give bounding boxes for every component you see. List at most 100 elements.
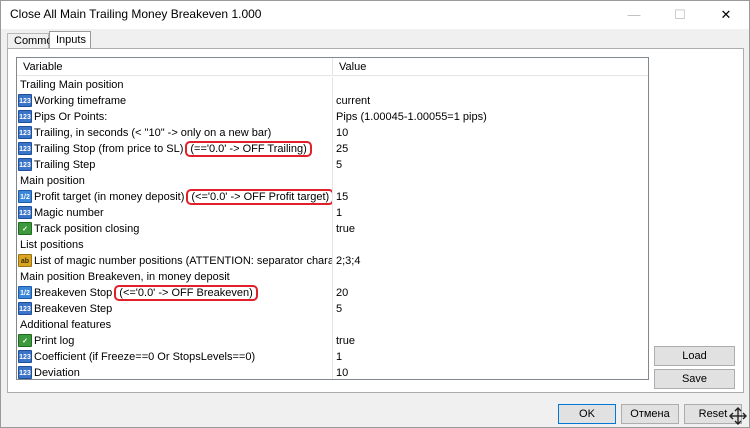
integer-type-icon: 123 [18, 366, 32, 379]
param-row[interactable]: 123 Trailing Stop (from price to SL) (=='0… [17, 141, 648, 157]
variable-cell: 123 Trailing, in seconds (< "10" -> only … [17, 125, 333, 141]
variable-label: Trailing, in seconds (< "10" -> only on … [34, 127, 272, 139]
variable-label: Trailing Main position [20, 79, 124, 91]
value-cell [334, 317, 648, 333]
grid-rows: Trailing Main position 123 Working timefra… [17, 77, 648, 379]
maximize-button[interactable]: ☐ [657, 1, 703, 29]
variable-cell: 123 Breakeven Step [17, 301, 333, 317]
tab-inputs[interactable]: Inputs [49, 31, 91, 49]
variable-cell: 123 Trailing Step [17, 157, 333, 173]
variable-cell: ✓ Print log [17, 333, 333, 349]
variable-label: Additional features [20, 319, 112, 331]
variable-label: Deviation [34, 367, 80, 379]
grid-header: Variable Value [17, 58, 648, 76]
variable-label: Breakeven Step [34, 303, 113, 315]
value-cell[interactable]: 15 [334, 189, 648, 205]
variable-cell: 123 Trailing Stop (from price to SL) (=='0… [17, 141, 333, 157]
variable-label: List of magic number positions (ATTENTIO… [34, 255, 333, 267]
variable-label: Main position Breakeven, in money deposi… [20, 271, 230, 283]
group-row: Additional features [17, 317, 648, 333]
variable-label: Breakeven Stop [34, 287, 113, 299]
variable-cell: 1/2 Breakeven Stop (<='0.0' -> OFF Breakev… [17, 285, 333, 301]
minimize-button[interactable]: — [611, 1, 657, 29]
variable-label: Trailing Step [34, 159, 96, 171]
value-cell[interactable]: true [334, 221, 648, 237]
value-cell[interactable]: 10 [334, 125, 648, 141]
cancel-button[interactable]: Отмена [621, 404, 679, 424]
value-cell[interactable]: 1 [334, 349, 648, 365]
value-cell[interactable]: current [334, 93, 648, 109]
integer-type-icon: 123 [18, 110, 32, 123]
integer-type-icon: 123 [18, 302, 32, 315]
bool-type-icon: ✓ [18, 222, 32, 235]
param-row[interactable]: 123 Deviation 10 [17, 365, 648, 379]
close-button[interactable]: ✕ [703, 1, 749, 29]
group-row: List positions [17, 237, 648, 253]
integer-type-icon: 123 [18, 206, 32, 219]
variable-cell: 123 Pips Or Points: [17, 109, 333, 125]
param-row[interactable]: 123 Pips Or Points: Pips (1.00045-1.00055=… [17, 109, 648, 125]
param-row[interactable]: 1/2 Profit target (in money deposit) (<='0… [17, 189, 648, 205]
integer-type-icon: 123 [18, 142, 32, 155]
column-header-variable[interactable]: Variable [17, 58, 333, 76]
window-title: Close All Main Trailing Money Breakeven … [10, 7, 262, 21]
param-row[interactable]: 123 Coefficient (if Freeze==0 Or StopsLev… [17, 349, 648, 365]
variable-cell: 123 Working timeframe [17, 93, 333, 109]
param-row[interactable]: 123 Magic number 1 [17, 205, 648, 221]
value-cell[interactable]: 1 [334, 205, 648, 221]
variable-label: Coefficient (if Freeze==0 Or StopsLevels… [34, 351, 256, 363]
variable-cell: Main position Breakeven, in money deposi… [17, 269, 333, 285]
variable-cell: 123 Deviation [17, 365, 333, 379]
variable-label: Pips Or Points: [34, 111, 108, 123]
variable-label: Track position closing [34, 223, 140, 235]
value-cell[interactable]: true [334, 333, 648, 349]
variable-label: Print log [34, 335, 75, 347]
value-cell[interactable]: 10 [334, 365, 648, 379]
variable-label: Profit target (in money deposit) [34, 191, 185, 203]
value-cell[interactable]: 5 [334, 157, 648, 173]
save-button[interactable]: Save [654, 369, 735, 389]
variable-cell: Main position [17, 173, 333, 189]
variable-label: Trailing Stop (from price to SL) [34, 143, 184, 155]
value-cell[interactable]: 2;3;4 [334, 253, 648, 269]
integer-type-icon: 123 [18, 94, 32, 107]
bool-type-icon: ✓ [18, 334, 32, 347]
variable-cell: Trailing Main position [17, 77, 333, 93]
variable-label: Main position [20, 175, 85, 187]
inputs-grid: Variable Value Trailing Main position 123… [16, 57, 649, 380]
value-cell[interactable]: 20 [334, 285, 648, 301]
load-button[interactable]: Load [654, 346, 735, 366]
string-type-icon: ab [18, 254, 32, 267]
param-row[interactable]: 123 Breakeven Step 5 [17, 301, 648, 317]
variable-label: Magic number [34, 207, 104, 219]
ok-button[interactable]: OK [558, 404, 616, 424]
value-cell[interactable]: 25 [334, 141, 648, 157]
param-row[interactable]: 123 Trailing, in seconds (< "10" -> only … [17, 125, 648, 141]
variable-cell: ✓ Track position closing [17, 221, 333, 237]
group-row: Main position Breakeven, in money deposi… [17, 269, 648, 285]
value-cell[interactable]: Pips (1.00045-1.00055=1 pips) [334, 109, 648, 125]
highlight-annotation: (<='0.0' -> OFF Breakeven) [114, 285, 258, 301]
double-type-icon: 1/2 [18, 286, 32, 299]
variable-cell: 123 Magic number [17, 205, 333, 221]
value-cell [334, 77, 648, 93]
variable-cell: List positions [17, 237, 333, 253]
param-row[interactable]: 123 Working timeframe current [17, 93, 648, 109]
param-row[interactable]: 1/2 Breakeven Stop (<='0.0' -> OFF Breakev… [17, 285, 648, 301]
title-bar: Close All Main Trailing Money Breakeven … [1, 1, 749, 29]
param-row[interactable]: ✓ Print log true [17, 333, 648, 349]
param-row[interactable]: ✓ Track position closing true [17, 221, 648, 237]
group-row: Main position [17, 173, 648, 189]
column-header-value[interactable]: Value [333, 58, 648, 76]
highlight-annotation: (<='0.0' -> OFF Profit target) [186, 189, 332, 205]
double-type-icon: 1/2 [18, 190, 32, 203]
integer-type-icon: 123 [18, 350, 32, 363]
value-cell[interactable]: 5 [334, 301, 648, 317]
param-row[interactable]: 123 Trailing Step 5 [17, 157, 648, 173]
highlight-annotation: (=='0.0' -> OFF Trailing) [185, 141, 312, 157]
tab-common[interactable]: Common [7, 33, 59, 49]
integer-type-icon: 123 [18, 158, 32, 171]
move-icon[interactable] [728, 406, 748, 426]
param-row[interactable]: ab List of magic number positions (ATTENT… [17, 253, 648, 269]
group-row: Trailing Main position [17, 77, 648, 93]
